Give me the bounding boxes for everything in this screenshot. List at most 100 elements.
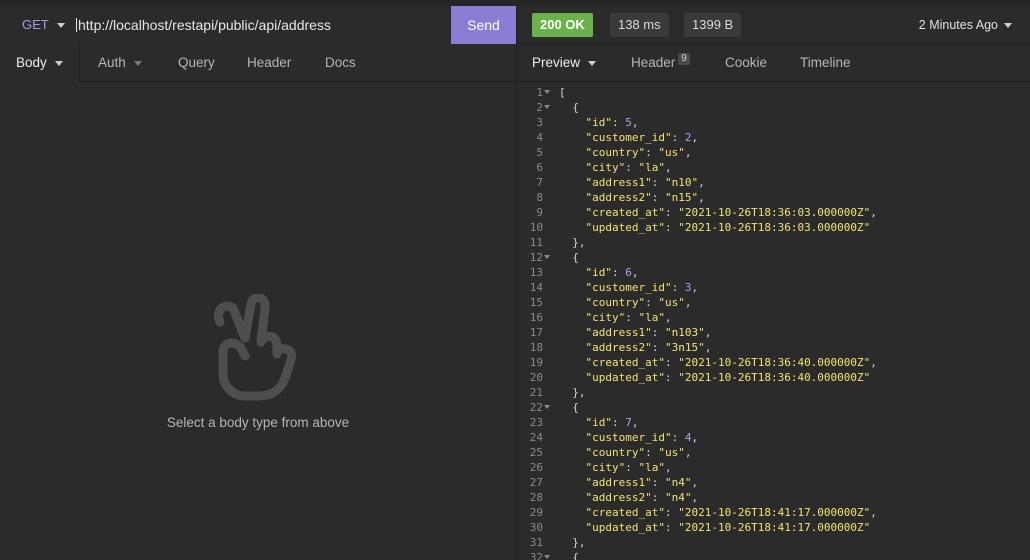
url-bar: GET http://localhost/restapi/public/api/… <box>0 6 516 45</box>
line-number: 20 <box>529 371 543 384</box>
json-punctuation <box>559 326 586 339</box>
json-punctuation <box>559 416 586 429</box>
line-number: 17 <box>529 326 543 339</box>
response-json-viewer[interactable]: 1[2 {3 "id": 5, 4 "customer_id": 2, 5 "cou… <box>517 85 1030 560</box>
json-string: "updated_at" <box>585 521 665 534</box>
header-count-badge: 9 <box>678 53 690 65</box>
json-string: "created_at" <box>585 506 665 519</box>
json-string: "address1" <box>585 326 652 339</box>
json-punctuation: }, <box>559 386 586 399</box>
fold-toggle-icon[interactable] <box>544 405 550 409</box>
json-number: 5 <box>625 116 632 129</box>
json-punctuation: : <box>645 446 659 459</box>
code-line: 28 "address2": "n4", <box>517 490 1030 505</box>
json-string: "us" <box>658 296 685 309</box>
chevron-down-icon <box>133 60 142 66</box>
code-line: 1[ <box>517 85 1030 100</box>
json-punctuation: , <box>870 356 877 369</box>
json-string: "country" <box>585 146 646 159</box>
json-string: "us" <box>658 446 685 459</box>
code-line: 29 "created_at": "2021-10-26T18:41:17.00… <box>517 505 1030 520</box>
json-punctuation <box>559 146 586 159</box>
tab-query[interactable]: Query <box>178 44 215 82</box>
json-punctuation <box>559 281 586 294</box>
json-punctuation: : <box>625 311 639 324</box>
line-number: 5 <box>536 146 543 159</box>
url-input[interactable]: http://localhost/restapi/public/api/addr… <box>76 18 331 32</box>
line-number: 19 <box>529 356 543 369</box>
code-line: 21 }, <box>517 385 1030 400</box>
code-line: 20 "updated_at": "2021-10-26T18:36:40.00… <box>517 370 1030 385</box>
code-line: 12 { <box>517 250 1030 265</box>
tab-docs[interactable]: Docs <box>325 44 356 82</box>
history-dropdown[interactable]: 2 Minutes Ago <box>919 6 1012 44</box>
line-number: 10 <box>529 221 543 234</box>
code-text: "created_at": "2021-10-26T18:36:03.00000… <box>559 205 877 220</box>
code-text: }, <box>559 535 586 550</box>
line-number: 3 <box>536 116 543 129</box>
json-punctuation <box>559 521 586 534</box>
fold-toggle-icon[interactable] <box>544 105 550 109</box>
code-line: 5 "country": "us", <box>517 145 1030 160</box>
json-string: "created_at" <box>585 356 665 369</box>
json-string: "n15" <box>664 191 699 204</box>
request-body-panel: Select a body type from above <box>0 82 516 560</box>
line-number: 18 <box>529 341 543 354</box>
json-number: 7 <box>625 416 632 429</box>
tab-cookie[interactable]: Cookie <box>725 44 767 82</box>
tab-response-header[interactable]: Header 9 <box>631 44 690 82</box>
code-line: 11 }, <box>517 235 1030 250</box>
line-number: 11 <box>529 236 543 249</box>
code-text: "updated_at": "2021-10-26T18:36:40.00000… <box>559 370 871 385</box>
code-text: "address1": "n103", <box>559 325 712 340</box>
fold-toggle-icon[interactable] <box>544 90 550 94</box>
code-text: { <box>559 250 579 265</box>
code-text: "country": "us", <box>559 145 692 160</box>
json-string: "id" <box>585 416 613 429</box>
code-text: }, <box>559 385 586 400</box>
json-string: "n103" <box>664 326 705 339</box>
tab-auth[interactable]: Auth <box>98 44 142 82</box>
json-punctuation: { <box>559 101 579 114</box>
json-punctuation <box>559 431 586 444</box>
json-punctuation: : <box>651 476 665 489</box>
code-text: "id": 6, <box>559 265 639 280</box>
response-time-badge: 138 ms <box>610 13 669 37</box>
json-punctuation: , <box>691 131 699 144</box>
json-punctuation: : <box>664 356 679 369</box>
line-number: 13 <box>529 266 543 279</box>
tab-body[interactable]: Body <box>16 44 63 82</box>
empty-state-text: Select a body type from above <box>166 415 350 430</box>
line-number: 14 <box>529 281 543 294</box>
json-string: "id" <box>585 266 613 279</box>
code-text: "customer_id": 4, <box>559 430 699 445</box>
json-punctuation <box>559 296 586 309</box>
tab-auth-label: Auth <box>98 55 126 70</box>
chevron-down-icon <box>1004 23 1012 29</box>
code-line: 25 "country": "us", <box>517 445 1030 460</box>
json-string: "updated_at" <box>585 371 665 384</box>
json-punctuation <box>559 176 586 189</box>
json-string: "2021-10-26T18:36:03.000000Z" <box>678 221 871 234</box>
code-line: 4 "customer_id": 2, <box>517 130 1030 145</box>
code-line: 3 "id": 5, <box>517 115 1030 130</box>
json-string: "country" <box>585 296 646 309</box>
fold-toggle-icon[interactable] <box>544 555 550 559</box>
json-punctuation <box>559 506 586 519</box>
json-punctuation <box>559 116 586 129</box>
json-punctuation: }, <box>559 536 586 549</box>
json-string: "updated_at" <box>585 221 665 234</box>
json-punctuation: , <box>870 206 877 219</box>
json-string: "customer_id" <box>585 131 672 144</box>
fold-toggle-icon[interactable] <box>544 255 550 259</box>
method-select[interactable]: GET <box>22 6 65 44</box>
tab-timeline[interactable]: Timeline <box>800 44 851 82</box>
json-string: "n4" <box>664 476 692 489</box>
tab-header[interactable]: Header <box>247 44 291 82</box>
line-number: 30 <box>529 521 543 534</box>
code-line: 16 "city": "la", <box>517 310 1030 325</box>
json-punctuation: : <box>612 266 626 279</box>
send-button[interactable]: Send <box>451 6 516 44</box>
json-string: "country" <box>585 446 646 459</box>
tab-preview[interactable]: Preview <box>532 44 597 82</box>
